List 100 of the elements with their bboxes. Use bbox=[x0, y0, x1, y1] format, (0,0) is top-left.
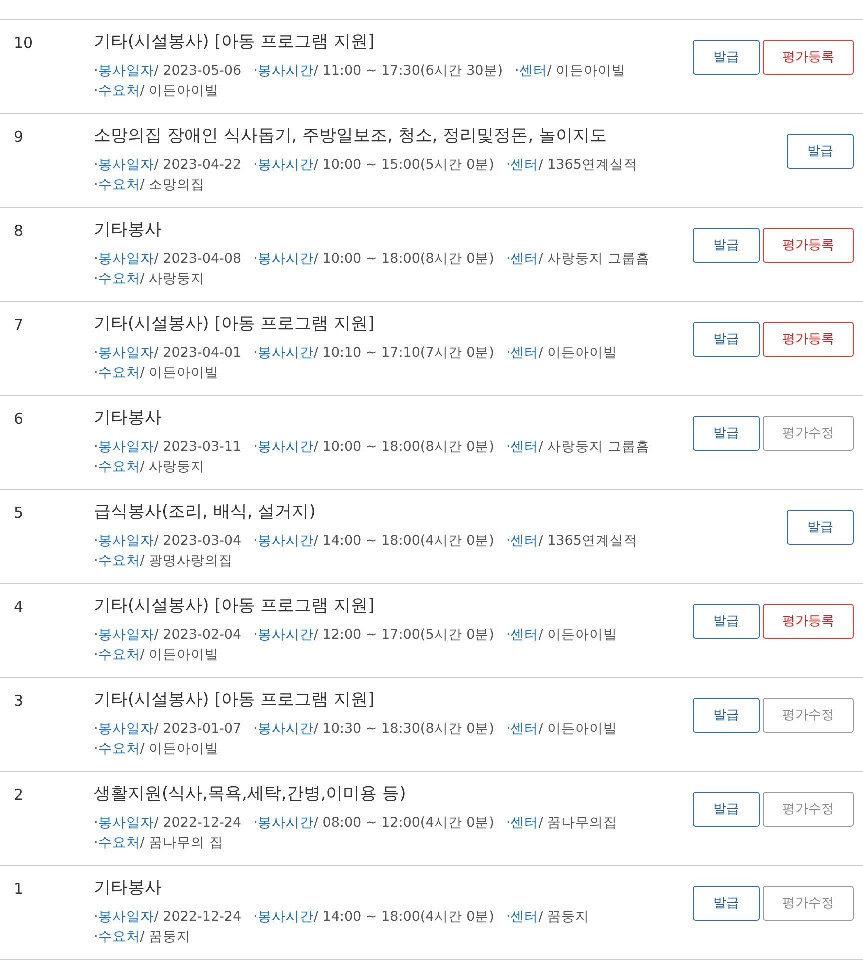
field-value: / 이든아이빌 bbox=[140, 364, 220, 383]
field-value: / 2022-12-24 bbox=[154, 908, 242, 927]
issue-button[interactable]: 발급 bbox=[693, 228, 760, 263]
row-number: 5 bbox=[13, 503, 25, 524]
field-value: / 2023-01-07 bbox=[154, 720, 242, 739]
activity-title: 소망의집 장애인 식사돕기, 주방일보조, 청소, 정리및정돈, 놀이지도 bbox=[94, 125, 608, 148]
field-label: ·수요처 bbox=[94, 176, 140, 195]
field-value: / 2023-04-01 bbox=[154, 344, 242, 363]
field-label: ·봉사일자 bbox=[94, 908, 154, 927]
issue-button[interactable]: 발급 bbox=[787, 134, 854, 169]
field-value: / 사랑둥지 그룹홈 bbox=[538, 438, 650, 457]
field-label: ·수요처 bbox=[94, 364, 140, 383]
field-label: ·수요처 bbox=[94, 82, 140, 101]
field-value: / 이든아이빌 bbox=[538, 720, 618, 739]
field-label: ·봉사시간 bbox=[254, 532, 314, 551]
issue-button[interactable]: 발급 bbox=[693, 792, 760, 827]
activity-title: 기타봉사 bbox=[94, 219, 163, 242]
field-label: ·봉사일자 bbox=[94, 720, 154, 739]
field-value: / 광명사랑의집 bbox=[140, 552, 234, 571]
issue-button[interactable]: 발급 bbox=[693, 322, 760, 357]
row-number: 8 bbox=[13, 221, 25, 242]
field-value: / 2023-04-08 bbox=[154, 250, 242, 269]
field-label: ·수요처 bbox=[94, 270, 140, 289]
field-value: / 2023-03-11 bbox=[154, 438, 242, 457]
field-value: / 2023-03-04 bbox=[154, 532, 242, 551]
field-value: / 2023-05-06 bbox=[154, 62, 242, 81]
row-number: 1 bbox=[13, 879, 25, 900]
row-number: 9 bbox=[13, 127, 25, 148]
field-label: ·봉사시간 bbox=[254, 438, 314, 457]
row-number: 7 bbox=[13, 315, 25, 336]
row-number: 6 bbox=[13, 409, 25, 430]
activity-title: 기타(시설봉사) [아동 프로그램 지원] bbox=[94, 31, 376, 54]
field-label: ·수요처 bbox=[94, 740, 140, 759]
field-value: / 10:00 ~ 18:00(8시간 0분) bbox=[314, 250, 494, 269]
activity-title: 기타봉사 bbox=[94, 877, 163, 900]
issue-button[interactable]: 발급 bbox=[693, 40, 760, 75]
field-value: / 이든아이빌 bbox=[140, 82, 220, 101]
field-label: ·봉사시간 bbox=[254, 344, 314, 363]
field-label: ·봉사일자 bbox=[94, 156, 154, 175]
field-label: ·수요처 bbox=[94, 928, 140, 947]
field-label: ·봉사시간 bbox=[254, 720, 314, 739]
row-number: 4 bbox=[13, 597, 25, 618]
field-value: / 14:00 ~ 18:00(4시간 0분) bbox=[314, 908, 494, 927]
field-value: / 이든아이빌 bbox=[538, 626, 618, 645]
field-value: / 사랑둥지 bbox=[140, 458, 206, 477]
evaluation-button[interactable]: 평가수정 bbox=[763, 416, 854, 451]
field-value: / 사랑둥지 그룹홈 bbox=[538, 250, 650, 269]
field-value: / 사랑둥지 bbox=[140, 270, 206, 289]
field-label: ·봉사시간 bbox=[254, 156, 314, 175]
field-label: ·봉사시간 bbox=[254, 250, 314, 269]
issue-button[interactable]: 발급 bbox=[693, 416, 760, 451]
evaluation-button[interactable]: 평가등록 bbox=[763, 228, 854, 263]
evaluation-button[interactable]: 평가수정 bbox=[763, 698, 854, 733]
field-value: / 2022-12-24 bbox=[154, 814, 242, 833]
field-value: / 12:00 ~ 17:00(5시간 0분) bbox=[314, 626, 494, 645]
evaluation-button[interactable]: 평가수정 bbox=[763, 792, 854, 827]
field-label: ·센터 bbox=[506, 532, 539, 551]
field-label: ·센터 bbox=[506, 626, 539, 645]
field-label: ·봉사일자 bbox=[94, 814, 154, 833]
field-label: ·수요처 bbox=[94, 646, 140, 665]
evaluation-button[interactable]: 평가등록 bbox=[763, 322, 854, 357]
field-value: / 꿈나무의집 bbox=[538, 814, 618, 833]
field-value: / 이든아이빌 bbox=[538, 344, 618, 363]
evaluation-button[interactable]: 평가등록 bbox=[763, 604, 854, 639]
field-label: ·수요처 bbox=[94, 458, 140, 477]
field-label: ·센터 bbox=[506, 250, 539, 269]
activity-title: 기타(시설봉사) [아동 프로그램 지원] bbox=[94, 689, 376, 712]
field-label: ·센터 bbox=[506, 438, 539, 457]
field-label: ·센터 bbox=[506, 908, 539, 927]
field-value: / 이든아이빌 bbox=[140, 646, 220, 665]
field-value: / 10:10 ~ 17:10(7시간 0분) bbox=[314, 344, 494, 363]
field-value: / 소망의집 bbox=[140, 176, 206, 195]
field-label: ·수요처 bbox=[94, 834, 140, 853]
field-value: / 11:00 ~ 17:30(6시간 30분) bbox=[314, 62, 504, 81]
evaluation-button[interactable]: 평가수정 bbox=[763, 886, 854, 921]
field-label: ·봉사일자 bbox=[94, 344, 154, 363]
field-label: ·봉사일자 bbox=[94, 250, 154, 269]
field-label: ·센터 bbox=[506, 156, 539, 175]
field-value: / 이든아이빌 bbox=[547, 62, 626, 81]
field-value: / 10:00 ~ 15:00(5시간 0분) bbox=[314, 156, 494, 175]
row-number: 3 bbox=[13, 691, 25, 712]
field-value: / 1365연계실적 bbox=[538, 156, 638, 175]
evaluation-button[interactable]: 평가등록 bbox=[763, 40, 854, 75]
field-value: / 이든아이빌 bbox=[140, 740, 220, 759]
field-value: / 10:30 ~ 18:30(8시간 0분) bbox=[314, 720, 494, 739]
issue-button[interactable]: 발급 bbox=[693, 698, 760, 733]
field-label: ·봉사일자 bbox=[94, 62, 154, 81]
field-label: ·센터 bbox=[515, 62, 548, 81]
issue-button[interactable]: 발급 bbox=[693, 604, 760, 639]
issue-button[interactable]: 발급 bbox=[693, 886, 760, 921]
field-label: ·수요처 bbox=[94, 552, 140, 571]
field-label: ·봉사시간 bbox=[254, 62, 314, 81]
activity-title: 기타(시설봉사) [아동 프로그램 지원] bbox=[94, 313, 376, 336]
activity-title: 기타봉사 bbox=[94, 407, 163, 430]
activity-title: 기타(시설봉사) [아동 프로그램 지원] bbox=[94, 595, 376, 618]
field-value: / 2023-04-22 bbox=[154, 156, 242, 175]
field-value: / 2023-02-04 bbox=[154, 626, 242, 645]
field-value: / 꿈둥지 bbox=[538, 908, 590, 927]
field-value: / 08:00 ~ 12:00(4시간 0분) bbox=[314, 814, 494, 833]
issue-button[interactable]: 발급 bbox=[787, 510, 854, 545]
